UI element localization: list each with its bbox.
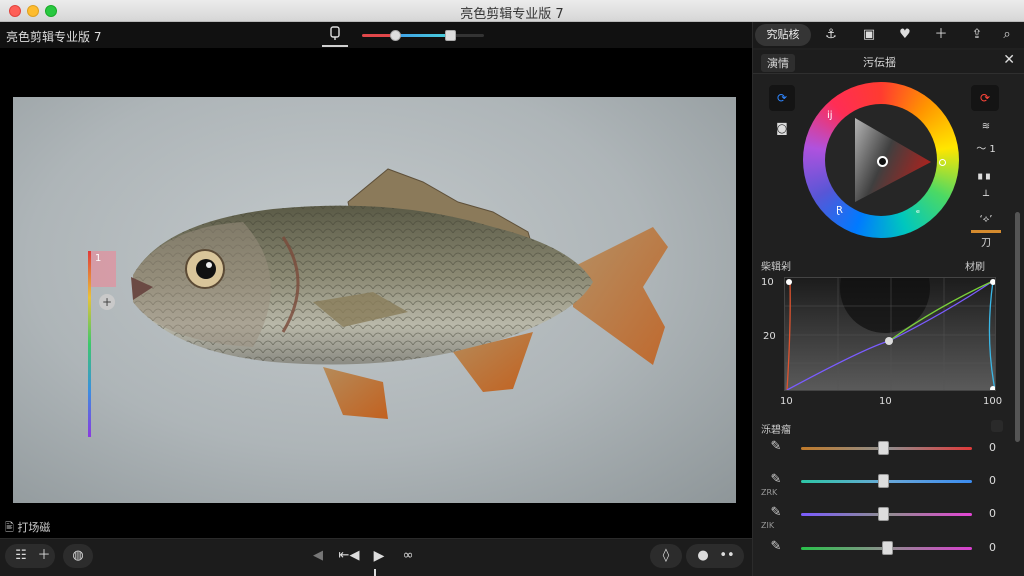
loop-icon[interactable]: ∞ bbox=[396, 544, 420, 568]
curve-x-label-left: 10 bbox=[780, 396, 793, 407]
slider-knob[interactable] bbox=[878, 507, 890, 521]
add-icon[interactable]: ＋ bbox=[35, 544, 53, 568]
range-slider-mid-track bbox=[397, 34, 452, 37]
wheel-label-left-bottom: Ɽ bbox=[836, 205, 843, 216]
close-panel-icon[interactable]: ✕ bbox=[1003, 52, 1015, 68]
wave-icon[interactable]: ‘⟡’ bbox=[971, 210, 1001, 230]
drop-icon[interactable]: ◊ bbox=[657, 544, 675, 568]
fish-image bbox=[131, 168, 668, 419]
eyedropper-icon[interactable]: ✎ bbox=[767, 539, 785, 557]
panel-scrollbar[interactable] bbox=[1015, 212, 1020, 442]
viewer-toolbar: 亮色剪辑专业版 7 bbox=[0, 22, 752, 48]
slider-knob[interactable] bbox=[878, 441, 890, 455]
slider-knob[interactable] bbox=[881, 541, 893, 555]
add-icon[interactable]: ＋ bbox=[929, 24, 953, 46]
adjust-slider-row: ✎ 0 bbox=[753, 437, 1013, 461]
slider-value: 0 bbox=[989, 507, 996, 520]
curve-y-label-top: 10 bbox=[761, 277, 774, 288]
eyedropper-icon[interactable]: ✎ bbox=[767, 439, 785, 457]
curves-section-right-label: 材刷 bbox=[965, 262, 985, 273]
slider-knob[interactable] bbox=[878, 474, 890, 488]
window-titlebar: 亮色剪辑专业版 7 bbox=[0, 0, 1024, 22]
minus-icon[interactable]: ┴ bbox=[971, 187, 1001, 207]
playback-bar: ☷ ＋ ◍ ◀ ⇤◀ ▶ ∞ ◊ ● •• bbox=[0, 538, 752, 576]
stack-icon[interactable]: 刀 bbox=[971, 234, 1001, 254]
preview-image[interactable] bbox=[13, 97, 736, 503]
play-icon[interactable]: ▶ bbox=[370, 544, 388, 568]
curve-y-label-mid: 20 bbox=[763, 331, 776, 342]
sliders-options-icon[interactable] bbox=[991, 420, 1003, 432]
panel-header: 究贴核 ⚓ ▣ ♥ ＋ ⇪ ⌕ bbox=[753, 22, 1024, 48]
more-icon[interactable]: •• bbox=[718, 544, 736, 568]
wheel-label-left-top: ij bbox=[827, 110, 833, 121]
app-title: 亮色剪辑专业版 7 bbox=[6, 30, 102, 44]
adjust-slider-row: ✎ ZRK 0 bbox=[753, 470, 1013, 497]
frame-icon[interactable]: ▣ bbox=[857, 24, 881, 46]
heart-icon[interactable]: ♥ bbox=[893, 24, 917, 46]
color-picker-handle[interactable] bbox=[877, 156, 888, 167]
tab-adjust[interactable]: 污伝揺 bbox=[863, 54, 896, 70]
search-icon[interactable]: ⌕ bbox=[995, 24, 1019, 46]
clip-icon[interactable] bbox=[325, 25, 345, 45]
adjust-slider-row: ✎ ZIK 0 bbox=[753, 503, 1013, 530]
curve-icon[interactable]: 〜 1 bbox=[971, 140, 1001, 160]
sliders-section-label: 泺碧瘤 bbox=[761, 425, 791, 436]
range-slider-high-track bbox=[452, 34, 484, 37]
camera-icon[interactable]: ◙ bbox=[769, 115, 795, 141]
anchor-icon[interactable]: ⚓ bbox=[819, 24, 843, 46]
step-back-icon[interactable]: ⇤◀ bbox=[336, 544, 362, 568]
orange-indicator bbox=[971, 230, 1001, 233]
curves-graph[interactable] bbox=[784, 277, 996, 391]
user-icon[interactable]: ● bbox=[694, 544, 712, 568]
viewer-caption: 🖹 打场磁 bbox=[5, 521, 51, 534]
playhead[interactable] bbox=[374, 569, 376, 576]
clip-active-indicator bbox=[322, 45, 348, 47]
slider-value: 0 bbox=[989, 541, 996, 554]
prev-icon[interactable]: ◀ bbox=[310, 544, 326, 568]
slider-value: 0 bbox=[989, 441, 996, 454]
curve-x-label-mid: 10 bbox=[879, 396, 892, 407]
window-title: 亮色剪辑专业版 7 bbox=[460, 7, 564, 22]
slider-sublabel: ZIK bbox=[761, 521, 775, 530]
color-sync-icon[interactable]: ⟳ bbox=[971, 85, 999, 111]
list-icon[interactable]: ☷ bbox=[12, 544, 30, 568]
slider-value: 0 bbox=[989, 474, 996, 487]
wheel-label-right-bottom: ₑ bbox=[916, 205, 921, 216]
tag-icon[interactable]: ◍ bbox=[69, 544, 87, 568]
color-sync-icon[interactable]: ⟳ bbox=[769, 85, 795, 111]
inspector-panel: 究贴核 ⚓ ▣ ♥ ＋ ⇪ ⌕ 演情 污伝揺 ✕ ⟳ ◙ ij Ɽ ₑ ⟳ ≋ … bbox=[752, 22, 1024, 576]
slider-sublabel: ZRK bbox=[761, 488, 778, 497]
panel-mode-button[interactable]: 究贴核 bbox=[755, 24, 811, 46]
range-slider-high-knob[interactable] bbox=[445, 30, 456, 41]
range-slider-low-knob[interactable] bbox=[390, 30, 401, 41]
side-gradient-marker[interactable]: + bbox=[99, 294, 115, 310]
export-icon[interactable]: ⇪ bbox=[965, 24, 989, 46]
histogram-icon[interactable]: ▖▖ bbox=[971, 165, 1001, 185]
curves-section-label: 柴辑剁 bbox=[761, 262, 791, 273]
hue-handle[interactable] bbox=[939, 159, 946, 166]
side-gradient-label: 1 bbox=[91, 251, 116, 287]
panel-tabs: 演情 污伝揺 ✕ bbox=[753, 50, 1024, 74]
ratio-icon[interactable]: ≋ bbox=[971, 117, 1001, 137]
curves-svg bbox=[785, 278, 995, 390]
tab-details[interactable]: 演情 bbox=[761, 54, 795, 72]
adjust-slider-row: ✎ 0 bbox=[753, 537, 1013, 561]
curve-x-label-right: 100 bbox=[983, 396, 1003, 407]
